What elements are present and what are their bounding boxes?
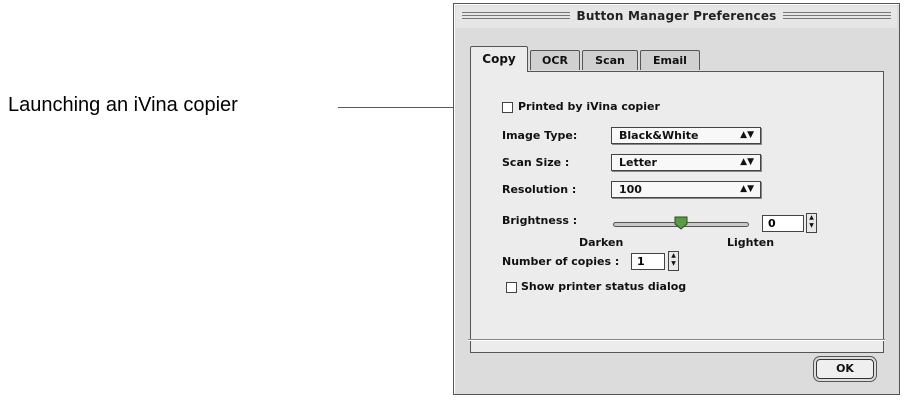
window-title-text: Button Manager Preferences <box>570 9 783 23</box>
show-status-label: Show printer status dialog <box>521 280 687 293</box>
ok-button[interactable]: OK <box>816 359 874 379</box>
scan-size-popup[interactable]: Letter ▲▼ <box>611 154 761 171</box>
tab-copy[interactable]: Copy <box>470 46 528 72</box>
resolution-value: 100 <box>619 183 642 196</box>
popup-arrows-icon: ▲▼ <box>740 157 754 167</box>
tab-scan[interactable]: Scan <box>582 50 638 70</box>
show-status-checkbox[interactable] <box>506 282 517 293</box>
brightness-min-label: Darken <box>579 236 624 249</box>
copies-label: Number of copies : <box>502 255 620 268</box>
footer-separator <box>468 339 885 340</box>
image-type-label: Image Type: <box>502 129 578 142</box>
copies-field[interactable]: 1 <box>631 253 665 270</box>
brightness-stepper[interactable]: ▲ ▼ <box>806 213 817 233</box>
tab-email[interactable]: Email <box>640 50 700 70</box>
printed-by-checkbox[interactable] <box>502 102 513 113</box>
image-type-popup[interactable]: Black&White ▲▼ <box>611 127 761 144</box>
brightness-max-label: Lighten <box>727 236 775 249</box>
brightness-slider-thumb[interactable] <box>674 216 688 230</box>
brightness-field[interactable]: 0 <box>762 215 804 232</box>
popup-arrows-icon: ▲▼ <box>740 130 754 140</box>
popup-arrows-icon: ▲▼ <box>740 184 754 194</box>
printed-by-label: Printed by iVina copier <box>518 100 660 113</box>
callout-text: Launching an iVina copier <box>8 94 238 116</box>
window-title: Button Manager Preferences <box>456 9 897 23</box>
brightness-label: Brightness : <box>502 214 578 227</box>
image-type-value: Black&White <box>619 129 699 142</box>
scan-size-label: Scan Size : <box>502 156 570 169</box>
copy-panel: Printed by iVina copier Image Type: Blac… <box>470 71 884 353</box>
copies-stepper[interactable]: ▲ ▼ <box>668 251 679 271</box>
title-bar[interactable]: Button Manager Preferences <box>456 6 897 28</box>
resolution-popup[interactable]: 100 ▲▼ <box>611 181 761 198</box>
tab-ocr[interactable]: OCR <box>530 50 580 70</box>
preferences-window: Button Manager Preferences Copy OCR Scan… <box>453 3 900 395</box>
resolution-label: Resolution : <box>502 183 577 196</box>
scan-size-value: Letter <box>619 156 657 169</box>
